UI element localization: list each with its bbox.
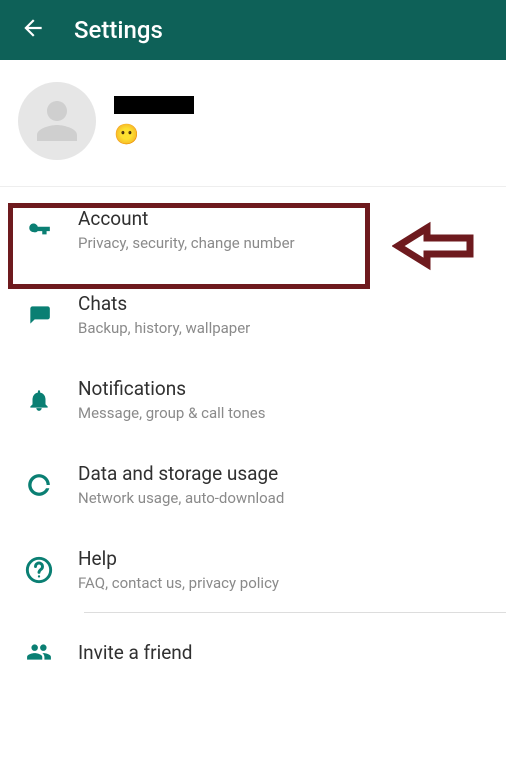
data-usage-icon: [18, 472, 60, 498]
settings-item-title: Data and storage usage: [78, 462, 284, 485]
bell-icon: [18, 387, 60, 413]
settings-item-title: Invite a friend: [78, 641, 192, 664]
settings-item-subtitle: FAQ, contact us, privacy policy: [78, 574, 279, 592]
profile-row[interactable]: 😶: [0, 60, 506, 187]
people-icon: [18, 639, 60, 665]
settings-item-account[interactable]: Account Privacy, security, change number: [0, 187, 506, 272]
back-arrow-icon[interactable]: [20, 15, 46, 45]
settings-item-subtitle: Message, group & call tones: [78, 404, 265, 422]
settings-item-subtitle: Backup, history, wallpaper: [78, 319, 250, 337]
settings-item-invite[interactable]: Invite a friend: [0, 613, 506, 693]
settings-item-subtitle: Network usage, auto-download: [78, 489, 284, 507]
settings-item-chats[interactable]: Chats Backup, history, wallpaper: [0, 272, 506, 357]
settings-list: Account Privacy, security, change number…: [0, 187, 506, 693]
settings-item-title: Help: [78, 547, 279, 570]
settings-item-data[interactable]: Data and storage usage Network usage, au…: [0, 442, 506, 527]
settings-item-title: Account: [78, 207, 295, 230]
page-title: Settings: [74, 16, 163, 44]
profile-status-emoji: 😶: [114, 122, 194, 146]
settings-item-help[interactable]: Help FAQ, contact us, privacy policy: [0, 527, 506, 612]
chat-icon: [18, 302, 60, 328]
settings-item-title: Chats: [78, 292, 250, 315]
key-icon: [18, 217, 60, 243]
avatar: [18, 82, 96, 160]
settings-item-title: Notifications: [78, 377, 265, 400]
profile-info: 😶: [114, 96, 194, 146]
profile-name-redacted: [114, 96, 194, 114]
app-header: Settings: [0, 0, 506, 60]
settings-item-notifications[interactable]: Notifications Message, group & call tone…: [0, 357, 506, 442]
help-icon: [18, 556, 60, 584]
settings-item-subtitle: Privacy, security, change number: [78, 234, 295, 252]
